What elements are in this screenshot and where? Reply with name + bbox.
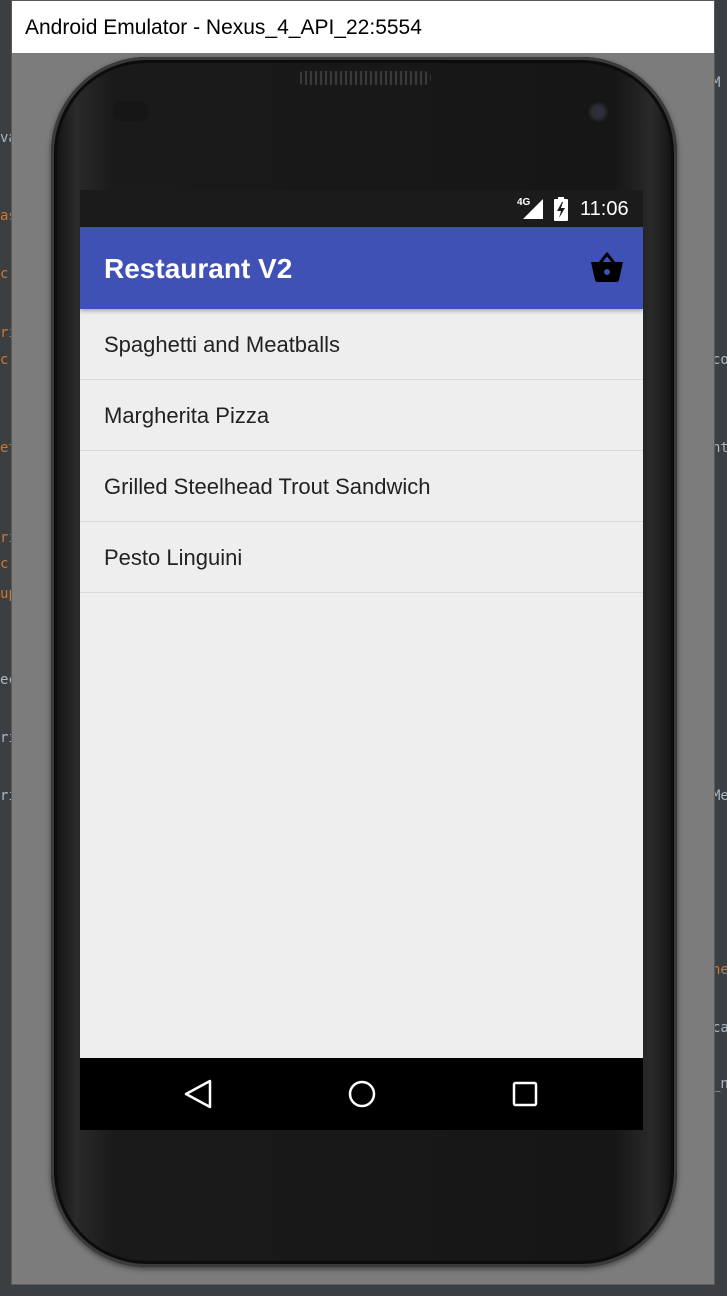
emulator-window: Android Emulator - Nexus_4_API_22:5554 4… xyxy=(11,0,715,1285)
battery-charging-icon xyxy=(554,197,568,221)
navigation-bar xyxy=(80,1058,643,1130)
menu-list: Spaghetti and Meatballs Margherita Pizza… xyxy=(80,309,643,593)
home-circle-icon[interactable] xyxy=(345,1077,379,1111)
app-title: Restaurant V2 xyxy=(104,253,293,284)
signal-icon xyxy=(523,199,543,219)
window-title: Android Emulator - Nexus_4_API_22:5554 xyxy=(25,16,422,39)
front-camera xyxy=(585,99,611,125)
window-title-bar[interactable]: Android Emulator - Nexus_4_API_22:5554 xyxy=(12,1,714,53)
recents-square-icon[interactable] xyxy=(510,1077,540,1111)
list-item[interactable]: Spaghetti and Meatballs xyxy=(80,309,643,380)
back-triangle-icon[interactable] xyxy=(182,1077,214,1111)
menu-item-label: Pesto Linguini xyxy=(104,545,243,570)
status-bar: 4G 11:06 xyxy=(80,190,643,227)
list-item[interactable]: Grilled Steelhead Trout Sandwich xyxy=(80,451,643,522)
list-item[interactable]: Pesto Linguini xyxy=(80,522,643,593)
list-item[interactable]: Margherita Pizza xyxy=(80,380,643,451)
status-clock: 11:06 xyxy=(580,198,629,220)
basket-icon[interactable] xyxy=(590,251,624,283)
menu-item-label: Spaghetti and Meatballs xyxy=(104,332,341,357)
menu-item-label: Margherita Pizza xyxy=(104,403,270,428)
app-bar: Restaurant V2 xyxy=(80,227,643,309)
proximity-sensor xyxy=(113,101,149,121)
menu-item-label: Grilled Steelhead Trout Sandwich xyxy=(104,474,431,499)
device-screen: 4G 11:06 Restaurant V2 Spaghetti and Mea… xyxy=(80,190,643,1130)
speaker-grille xyxy=(297,71,431,85)
